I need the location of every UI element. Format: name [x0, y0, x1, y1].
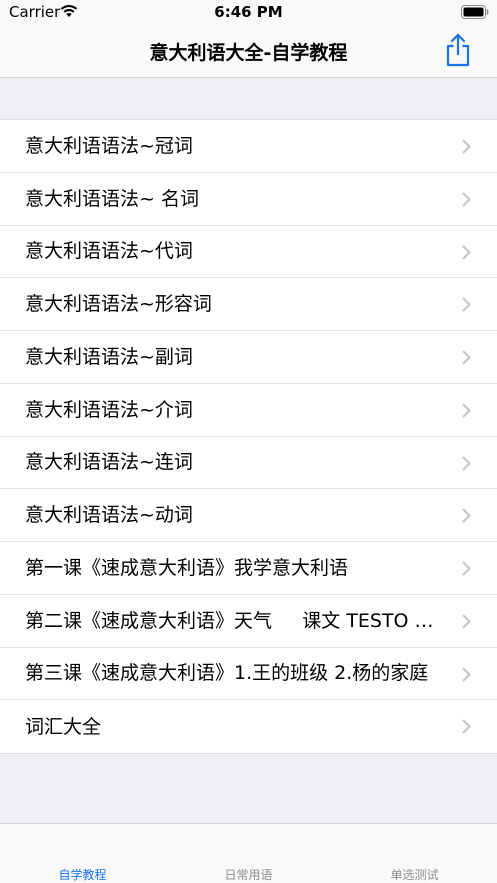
- chevron-right-icon: [462, 350, 471, 365]
- list-item[interactable]: 意大利语语法~冠词: [0, 120, 497, 173]
- chevron-right-icon: [462, 245, 471, 259]
- list-item-label: 第二课《速成意大利语》天气 课文 TESTO 1 CHE TEMPO FA: [25, 609, 445, 632]
- list-item-label: 意大利语语法~ 名词: [25, 187, 199, 210]
- navigation-bar: 意大利语大全-自学教程: [0, 26, 497, 78]
- list-item[interactable]: 第二课《速成意大利语》天气 课文 TESTO 1 CHE TEMPO FA: [0, 595, 497, 648]
- status-bar: Carrier 6:46 PM: [0, 0, 497, 26]
- battery-icon: [461, 5, 489, 19]
- list-item-label: 意大利语语法~连词: [25, 451, 193, 474]
- chevron-right-icon: [462, 192, 471, 207]
- list-item-label: 意大利语语法~形容词: [25, 293, 212, 316]
- list-item[interactable]: 第一课《速成意大利语》我学意大利语: [0, 542, 497, 595]
- list-item[interactable]: 意大利语语法~代词: [0, 226, 497, 279]
- status-time: 6:46 PM: [214, 3, 283, 21]
- list-item[interactable]: 意大利语语法~连词: [0, 437, 497, 490]
- chevron-right-icon: [462, 508, 471, 523]
- tab-self-study[interactable]: 自学教程: [0, 866, 165, 883]
- page-title: 意大利语大全-自学教程: [149, 42, 348, 64]
- chevron-right-icon: [462, 403, 471, 418]
- list-item-label: 意大利语语法~冠词: [25, 134, 193, 157]
- list-item-label: 意大利语语法~代词: [25, 240, 193, 263]
- list-item[interactable]: 意大利语语法~形容词: [0, 278, 497, 331]
- chevron-right-icon: [462, 456, 471, 470]
- list-item-label: 意大利语语法~介词: [25, 398, 193, 421]
- list-item[interactable]: 意大利语语法~ 名词: [0, 173, 497, 226]
- list-item[interactable]: 意大利语语法~动词: [0, 489, 497, 542]
- share-icon[interactable]: [444, 33, 472, 67]
- list-item-label: 意大利语语法~动词: [25, 504, 193, 527]
- chevron-right-icon: [462, 614, 471, 629]
- list-item-label: 第三课《速成意大利语》1.王的班级 2.杨的家庭: [25, 662, 429, 685]
- lesson-list: 意大利语语法~冠词 意大利语语法~ 名词 意大利语语法~代词 意大利语语法~形容…: [0, 119, 497, 754]
- chevron-right-icon: [462, 297, 471, 312]
- list-item-label: 第一课《速成意大利语》我学意大利语: [25, 556, 349, 579]
- tab-daily-phrases[interactable]: 日常用语: [166, 866, 331, 883]
- tab-bar: 自学教程 日常用语 单选测试: [0, 823, 497, 883]
- tab-quiz[interactable]: 单选测试: [332, 866, 497, 883]
- chevron-right-icon: [462, 139, 471, 154]
- list-item[interactable]: 意大利语语法~介词: [0, 384, 497, 437]
- chevron-right-icon: [462, 719, 471, 734]
- chevron-right-icon: [462, 561, 471, 576]
- list-item-label: 词汇大全: [25, 715, 102, 738]
- list-item-label: 意大利语语法~副词: [25, 345, 193, 368]
- list-item[interactable]: 意大利语语法~副词: [0, 331, 497, 384]
- list-item[interactable]: 第三课《速成意大利语》1.王的班级 2.杨的家庭: [0, 648, 497, 701]
- chevron-right-icon: [462, 667, 471, 681]
- list-item[interactable]: 词汇大全: [0, 700, 497, 753]
